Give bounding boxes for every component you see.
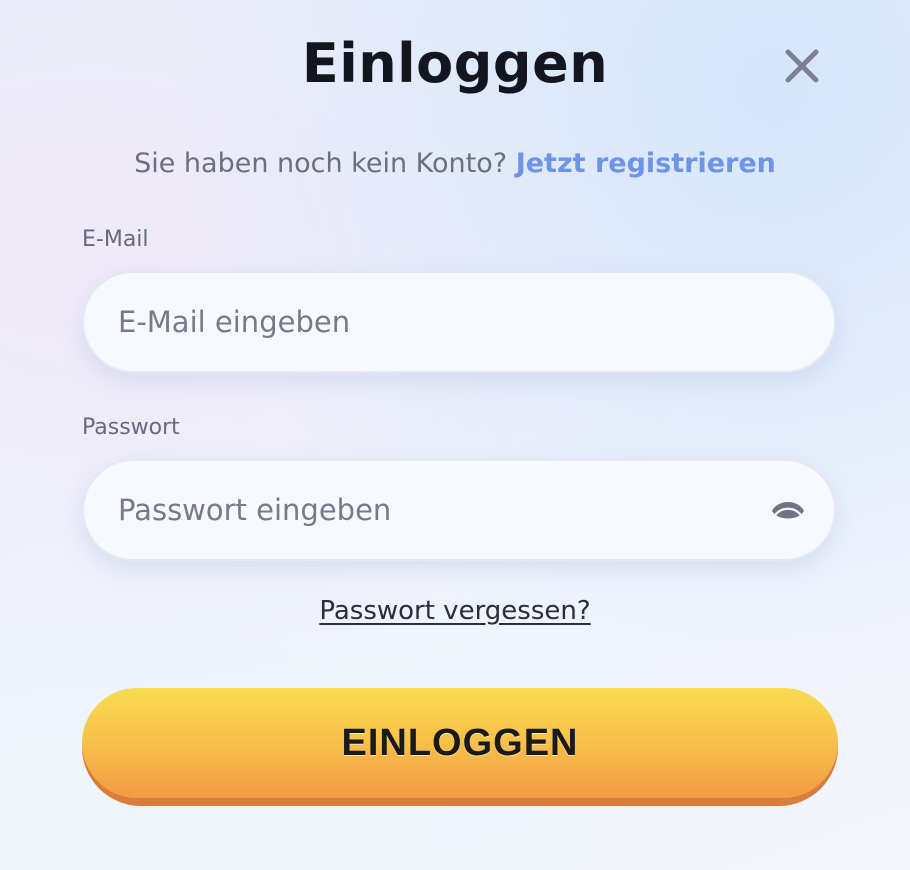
- register-link[interactable]: Jetzt registrieren: [516, 148, 776, 179]
- login-button-label: EINLOGGEN: [341, 721, 579, 764]
- show-password-toggle[interactable]: [770, 495, 806, 527]
- register-prompt-text: Sie haben noch kein Konto?: [134, 148, 516, 179]
- close-icon: [785, 49, 819, 83]
- password-label: Passwort: [82, 415, 180, 440]
- password-input[interactable]: [84, 461, 834, 559]
- login-button[interactable]: EINLOGGEN: [82, 688, 838, 806]
- forgot-password-link[interactable]: Passwort vergessen?: [319, 596, 590, 626]
- modal-title: Einloggen: [301, 32, 609, 95]
- email-input[interactable]: [84, 273, 834, 371]
- close-button[interactable]: [780, 44, 824, 88]
- login-button-face: EINLOGGEN: [82, 688, 838, 798]
- register-prompt: Sie haben noch kein Konto? Jetzt registr…: [0, 148, 910, 179]
- email-label: E-Mail: [82, 227, 149, 252]
- forgot-password-row: Passwort vergessen?: [0, 596, 910, 626]
- password-field-wrapper: [82, 459, 836, 561]
- login-modal: Einloggen Sie haben noch kein Konto? Jet…: [0, 0, 910, 870]
- eye-icon: [772, 502, 804, 519]
- email-field-wrapper: [82, 271, 836, 373]
